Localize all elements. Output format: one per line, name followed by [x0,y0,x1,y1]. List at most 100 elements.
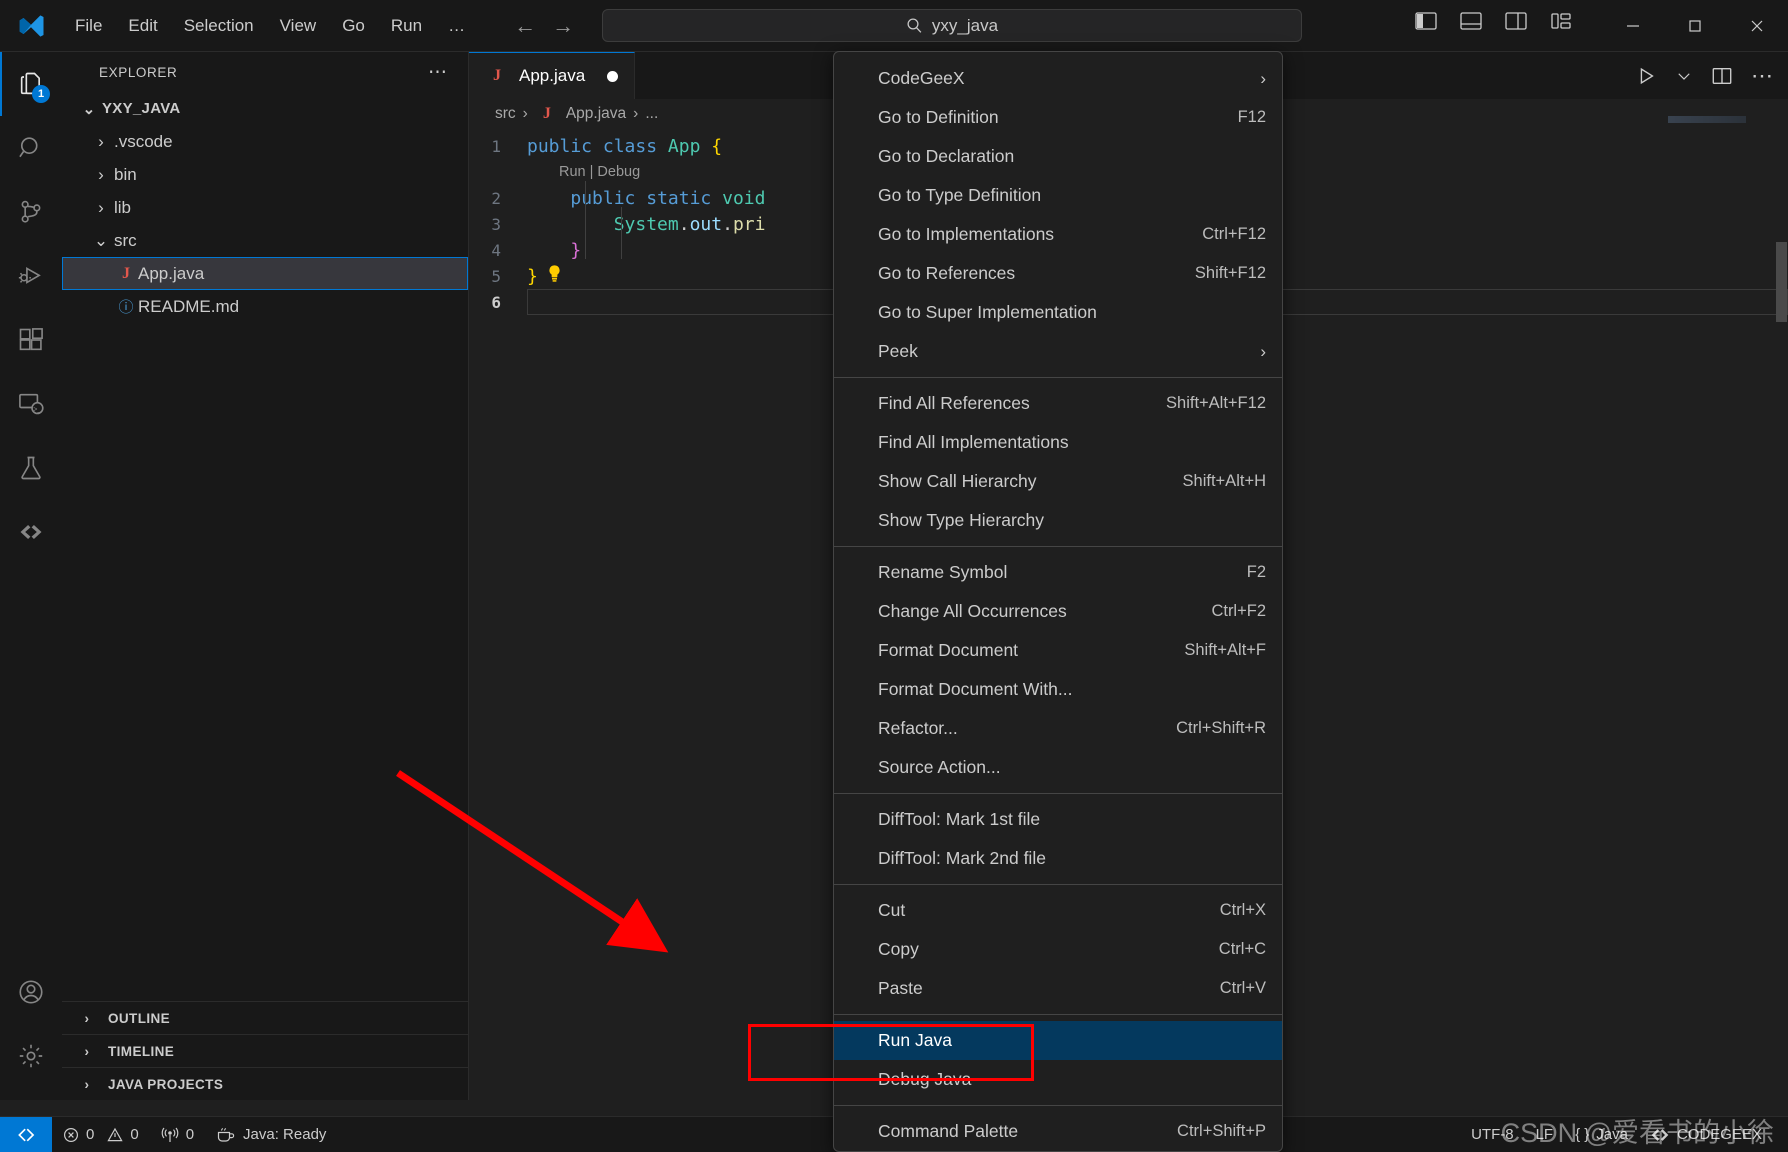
menu-more[interactable]: … [435,11,478,41]
menu-item-label: Show Call Hierarchy [878,471,1037,491]
tree-item-readme-md[interactable]: ⓘ README.md [62,290,468,323]
context-menu-item-go-to-type-definition[interactable]: Go to Type Definition [834,176,1282,215]
context-menu-item-rename-symbol[interactable]: Rename Symbol F2 [834,553,1282,592]
menu-separator [834,1014,1282,1015]
menu-item-shortcut: Ctrl+X [1219,901,1266,919]
sidebar-item-explorer[interactable]: 1 [0,52,62,116]
status-problems-errors[interactable]: 0 0 [52,1117,150,1152]
editor-context-menu[interactable]: CodeGeeX › Go to Definition F12 Go to De… [833,51,1283,1152]
context-menu-item-format-document[interactable]: Format Document Shift+Alt+F [834,631,1282,670]
menu-view[interactable]: View [267,11,330,41]
code-lens-run-debug[interactable]: Run | Debug [527,164,640,180]
context-menu-item-run-java[interactable]: Run Java [834,1021,1282,1060]
context-menu-item-find-all-implementations[interactable]: Find All Implementations [834,423,1282,462]
arrow-forward-icon[interactable]: → [552,14,574,37]
breadcrumb-src[interactable]: src [495,105,516,123]
context-menu-item-show-call-hierarchy[interactable]: Show Call Hierarchy Shift+Alt+H [834,462,1282,501]
window-controls[interactable] [1602,0,1788,52]
sidebar-item-run-and-debug[interactable] [0,244,62,308]
sidebar-section-java-projects[interactable]: › JAVA PROJECTS [62,1067,469,1100]
sidebar-item-testing[interactable] [0,436,62,500]
status-ports[interactable]: 0 [150,1117,205,1152]
java-file-icon: J [542,105,551,122]
breadcrumb-file[interactable]: App.java [566,105,626,123]
manage-settings-button[interactable] [0,1024,62,1088]
context-menu-item-cut[interactable]: Cut Ctrl+X [834,891,1282,930]
sidebar-item-search[interactable] [0,116,62,180]
search-input[interactable]: yxy_java [602,9,1302,42]
context-menu-item-paste[interactable]: Paste Ctrl+V [834,969,1282,1008]
context-menu-item-show-type-hierarchy[interactable]: Show Type Hierarchy [834,501,1282,540]
toggle-panel-icon[interactable] [1460,11,1482,31]
chevron-right-icon: › [522,105,528,122]
menu-bar[interactable]: File Edit Selection View Go Run … [62,11,478,41]
braces-icon: { } [1575,1126,1590,1143]
language-label: Java [1596,1126,1628,1143]
chevron-right-icon: › [84,1076,90,1092]
remote-window-button[interactable] [0,1116,52,1152]
customize-layout-icon[interactable] [1550,11,1572,31]
context-menu-item-debug-java[interactable]: Debug Java [834,1060,1282,1099]
sidebar-section-timeline[interactable]: › TIMELINE [62,1034,469,1067]
context-menu-item-difftool-mark-1st-file[interactable]: DiffTool: Mark 1st file [834,800,1282,839]
tree-item-app-java[interactable]: J App.java [62,257,468,290]
layout-controls[interactable] [1415,11,1572,31]
context-menu-item-change-all-occurrences[interactable]: Change All Occurrences Ctrl+F2 [834,592,1282,631]
tree-item-lib[interactable]: › lib [62,191,468,224]
lightbulb-icon[interactable] [545,264,564,288]
context-menu-item-go-to-super-implementation[interactable]: Go to Super Implementation [834,293,1282,332]
status-encoding[interactable]: UTF-8 [1460,1117,1525,1152]
status-java-ready[interactable]: Java: Ready [205,1117,337,1152]
status-language-mode[interactable]: { } Java [1564,1117,1639,1152]
status-eol[interactable]: LF [1525,1117,1565,1152]
ellipsis-icon[interactable]: ⋯ [428,61,448,84]
encoding-label: UTF-8 [1471,1126,1514,1143]
editor-scrollbar[interactable] [1774,52,1788,1100]
unsaved-indicator-icon[interactable] [607,70,619,82]
close-icon[interactable] [1726,0,1788,52]
tab-app-java[interactable]: J App.java [469,52,636,99]
tree-item-vscode[interactable]: › .vscode [62,125,468,158]
sidebar-item-codegeex[interactable] [0,500,62,564]
context-menu-item-go-to-implementations[interactable]: Go to Implementations Ctrl+F12 [834,215,1282,254]
tree-root-yxy-java[interactable]: ⌄ YXY_JAVA [62,92,468,125]
context-menu-item-find-all-references[interactable]: Find All References Shift+Alt+F12 [834,384,1282,423]
scrollbar-thumb[interactable] [1776,242,1787,322]
tree-item-src[interactable]: ⌄ src [62,224,468,257]
arrow-left-icon[interactable]: ← [514,14,536,37]
sidebar-item-remote-explorer[interactable]: >_ [0,372,62,436]
sidebar-item-source-control[interactable] [0,180,62,244]
context-menu-item-go-to-declaration[interactable]: Go to Declaration [834,137,1282,176]
menu-go[interactable]: Go [329,11,378,41]
editor-action-bar[interactable]: ⋯ [1635,52,1774,99]
menu-run[interactable]: Run [378,11,435,41]
status-codegeex[interactable]: CODEGEEX [1639,1117,1788,1152]
context-menu-item-codegeex[interactable]: CodeGeeX › [834,59,1282,98]
context-menu-item-difftool-mark-2nd-file[interactable]: DiffTool: Mark 2nd file [834,839,1282,878]
sidebar-section-outline[interactable]: › OUTLINE [62,1001,469,1034]
tree-item-bin[interactable]: › bin [62,158,468,191]
toggle-primary-sidebar-icon[interactable] [1415,11,1437,31]
minimize-icon[interactable] [1602,0,1664,52]
context-menu-item-go-to-references[interactable]: Go to References Shift+F12 [834,254,1282,293]
chevron-down-icon[interactable] [1675,67,1693,85]
menu-selection[interactable]: Selection [171,11,267,41]
context-menu-item-go-to-definition[interactable]: Go to Definition F12 [834,98,1282,137]
breadcrumb-symbol[interactable]: ... [645,105,658,123]
maximize-icon[interactable] [1664,0,1726,52]
context-menu-item-peek[interactable]: Peek › [834,332,1282,371]
context-menu-item-copy[interactable]: Copy Ctrl+C [834,930,1282,969]
toggle-secondary-sidebar-icon[interactable] [1505,11,1527,31]
sidebar-item-extensions[interactable] [0,308,62,372]
accounts-button[interactable] [0,960,62,1024]
context-menu-item-refactor[interactable]: Refactor... Ctrl+Shift+R [834,709,1282,748]
context-menu-item-format-document-with[interactable]: Format Document With... [834,670,1282,709]
run-icon[interactable] [1635,65,1657,87]
menu-edit[interactable]: Edit [115,11,170,41]
ellipsis-icon[interactable]: ⋯ [1751,63,1774,89]
menu-file[interactable]: File [62,11,115,41]
minimap[interactable] [1668,116,1746,123]
context-menu-item-source-action[interactable]: Source Action... [834,748,1282,787]
context-menu-item-command-palette[interactable]: Command Palette Ctrl+Shift+P [834,1112,1282,1151]
split-editor-icon[interactable] [1711,65,1733,87]
